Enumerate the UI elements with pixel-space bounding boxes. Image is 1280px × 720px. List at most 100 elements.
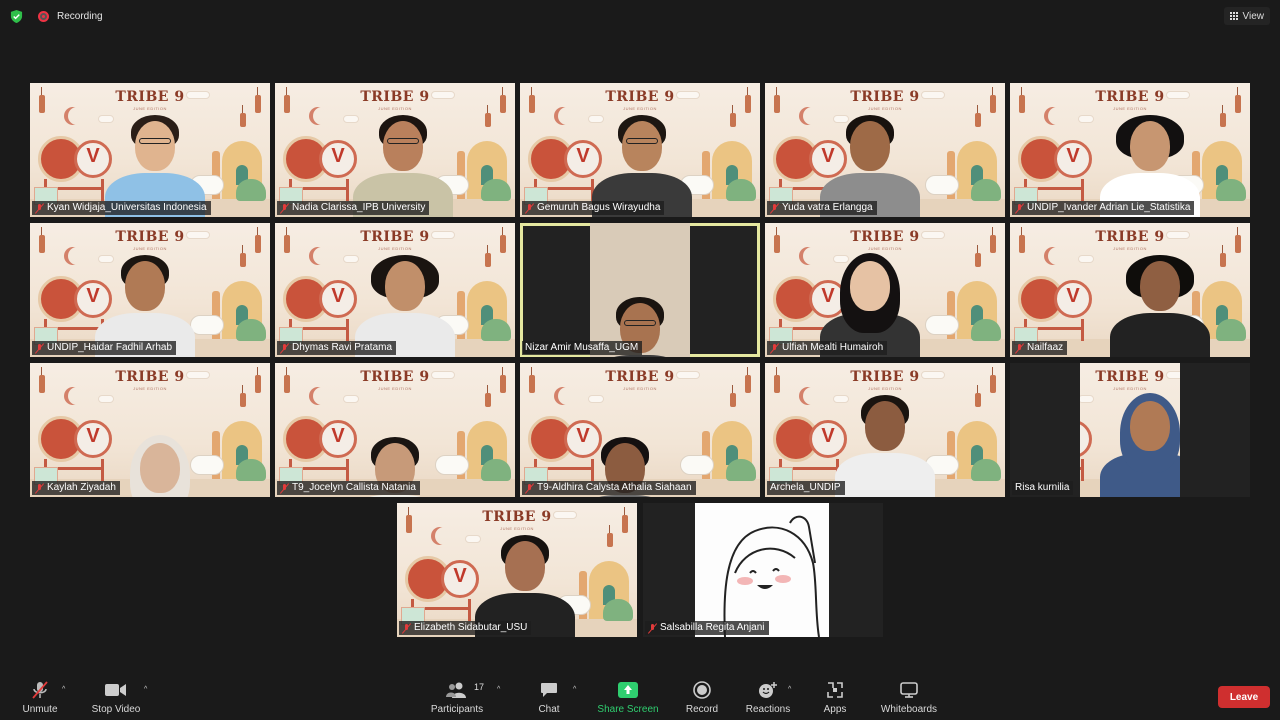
unmute-button[interactable]: Unmute: [0, 680, 80, 715]
reactions-options-caret[interactable]: ^: [788, 686, 791, 693]
participant-name: Nailfaaz: [1027, 342, 1064, 353]
view-label: View: [1242, 10, 1265, 22]
participant-tile[interactable]: V TRIBE 9 JUNE EDITION Ulfiah Mealti Humair…: [765, 223, 1005, 357]
participant-name-label: Nailfaaz: [1012, 341, 1068, 355]
participant-person: [30, 83, 270, 217]
glasses: [387, 138, 419, 144]
apps-button[interactable]: Apps: [795, 680, 875, 715]
participant-tile[interactable]: V TRIBE 9 JUNE EDITION Dhymas Ravi Pratama: [275, 223, 515, 357]
mic-muted-icon: [402, 623, 411, 634]
camera-feed: VTRIBE 9JUNE EDITION: [1080, 363, 1180, 497]
participant-tile[interactable]: V TRIBE 9 JUNE EDITION Kaylah Ziyadah: [30, 363, 270, 497]
participant-tile[interactable]: V TRIBE 9 JUNE EDITION Nadia Clarissa_IPB U…: [275, 83, 515, 217]
participants-count: 17: [474, 682, 485, 692]
share-screen-icon: [618, 680, 638, 700]
glasses: [624, 320, 656, 326]
chat-button[interactable]: Chat: [509, 680, 589, 715]
mic-muted-icon: [1015, 343, 1024, 354]
participant-name: T9-Aldhira Calysta Athalia Siahaan: [537, 482, 692, 493]
participant-tile[interactable]: V TRIBE 9 JUNE EDITION Elizabeth Sidabutar_…: [397, 503, 637, 637]
mic-muted-icon: [770, 343, 779, 354]
participant-tile[interactable]: Nizar Amir Musaffa_UGM: [520, 223, 760, 357]
face: [1140, 261, 1180, 311]
participant-name-label: Elizabeth Sidabutar_USU: [399, 621, 532, 635]
participant-person: [520, 363, 760, 497]
participant-name: T9_Jocelyn Callista Natania: [292, 482, 416, 493]
audio-options-caret[interactable]: ^: [62, 686, 65, 693]
whiteboards-label: Whiteboards: [880, 704, 938, 715]
apps-label: Apps: [823, 704, 847, 715]
face: [140, 443, 180, 493]
participant-name-label: T9_Jocelyn Callista Natania: [277, 481, 420, 495]
view-button[interactable]: View: [1223, 7, 1270, 25]
participant-tile[interactable]: V TRIBE 9 JUNE EDITION Nailfaaz: [1010, 223, 1250, 357]
apps-icon: [827, 680, 843, 700]
participant-person: [765, 223, 1005, 357]
participant-tile[interactable]: V TRIBE 9 JUNE EDITION UNDIP_Ivander Adrian…: [1010, 83, 1250, 217]
shield-icon[interactable]: [10, 10, 23, 23]
participant-tile[interactable]: V TRIBE 9 JUNE EDITION Yuda vatra Erlangga: [765, 83, 1005, 217]
participants-icon: 17: [446, 680, 484, 700]
participants-button[interactable]: 17 Participants: [417, 680, 497, 715]
participant-name-label: Kaylah Ziyadah: [32, 481, 120, 495]
body: [835, 453, 935, 497]
meeting-toolbar: Unmute ^ Stop Video ^ 17 Participants ^ …: [0, 676, 1280, 720]
video-camera-icon: [105, 680, 127, 700]
participant-name: Nadia Clarissa_IPB University: [292, 202, 426, 213]
participant-name-label: Salsabilla Regita Anjani: [645, 621, 769, 635]
face: [505, 541, 545, 591]
mic-muted-icon: [35, 343, 44, 354]
mic-muted-icon: [280, 483, 289, 494]
participant-tile[interactable]: Salsabilla Regita Anjani: [643, 503, 883, 637]
participant-name: UNDIP_Ivander Adrian Lie_Statistika: [1027, 202, 1191, 213]
participant-tile[interactable]: V TRIBE 9 JUNE EDITION Gemuruh Bagus Wirayu…: [520, 83, 760, 217]
participant-person: [765, 83, 1005, 217]
participant-person: [520, 223, 760, 357]
participant-person: [397, 503, 637, 637]
glasses: [139, 138, 171, 144]
body: [345, 495, 445, 497]
mic-muted-icon: [1015, 203, 1024, 214]
recording-label: Recording: [57, 11, 103, 22]
whiteboards-button[interactable]: Whiteboards: [869, 680, 949, 715]
participant-name-label: Nizar Amir Musaffa_UGM: [522, 341, 643, 355]
face: [850, 261, 890, 311]
participant-tile[interactable]: V TRIBE 9 JUNE EDITION Kyan Widjaja_Univers…: [30, 83, 270, 217]
top-bar: Recording View: [0, 0, 1280, 32]
participant-name: Nizar Amir Musaffa_UGM: [525, 342, 639, 353]
body: [1110, 313, 1210, 357]
mic-muted-icon: [525, 483, 534, 494]
participant-name-label: Yuda vatra Erlangga: [767, 201, 877, 215]
participant-tile[interactable]: V TRIBE 9 JUNE EDITION T9_Jocelyn Callista …: [275, 363, 515, 497]
participant-name-label: UNDIP_Ivander Adrian Lie_Statistika: [1012, 201, 1195, 215]
face: [135, 121, 175, 171]
face: [1130, 121, 1170, 171]
chat-options-caret[interactable]: ^: [573, 686, 576, 693]
chat-bubble-icon: [540, 680, 558, 700]
participant-name: Yuda vatra Erlangga: [782, 202, 873, 213]
participant-name: Gemuruh Bagus Wirayudha: [537, 202, 661, 213]
grid-icon: [1229, 11, 1239, 21]
face: [865, 401, 905, 451]
reactions-label: Reactions: [745, 704, 791, 715]
participant-name-label: Ulfiah Mealti Humairoh: [767, 341, 888, 355]
participant-name: Risa kurnilia: [1015, 482, 1070, 493]
participant-tile[interactable]: V TRIBE 9 JUNE EDITION Archela_UNDIP: [765, 363, 1005, 497]
share-screen-button[interactable]: Share Screen: [588, 680, 668, 715]
recording-indicator[interactable]: Recording: [38, 11, 103, 22]
face: [1130, 401, 1170, 451]
participants-options-caret[interactable]: ^: [497, 686, 500, 693]
mic-muted-icon: [35, 483, 44, 494]
participant-name-label: Kyan Widjaja_Universitas Indonesia: [32, 201, 211, 215]
participant-person: [1010, 83, 1250, 217]
participant-name-label: Gemuruh Bagus Wirayudha: [522, 201, 665, 215]
participant-name: Kaylah Ziyadah: [47, 482, 116, 493]
leave-button[interactable]: Leave: [1218, 686, 1270, 708]
participant-person: [30, 363, 270, 497]
mic-muted-icon: [30, 680, 50, 700]
video-options-caret[interactable]: ^: [144, 686, 147, 693]
participant-tile[interactable]: V TRIBE 9 JUNE EDITION UNDIP_Haidar Fadhil …: [30, 223, 270, 357]
participant-tile[interactable]: V TRIBE 9 JUNE EDITION T9-Aldhira Calysta A…: [520, 363, 760, 497]
participant-tile[interactable]: VTRIBE 9JUNE EDITION Risa kurnilia: [1010, 363, 1250, 497]
participant-name-label: Dhymas Ravi Pratama: [277, 341, 397, 355]
